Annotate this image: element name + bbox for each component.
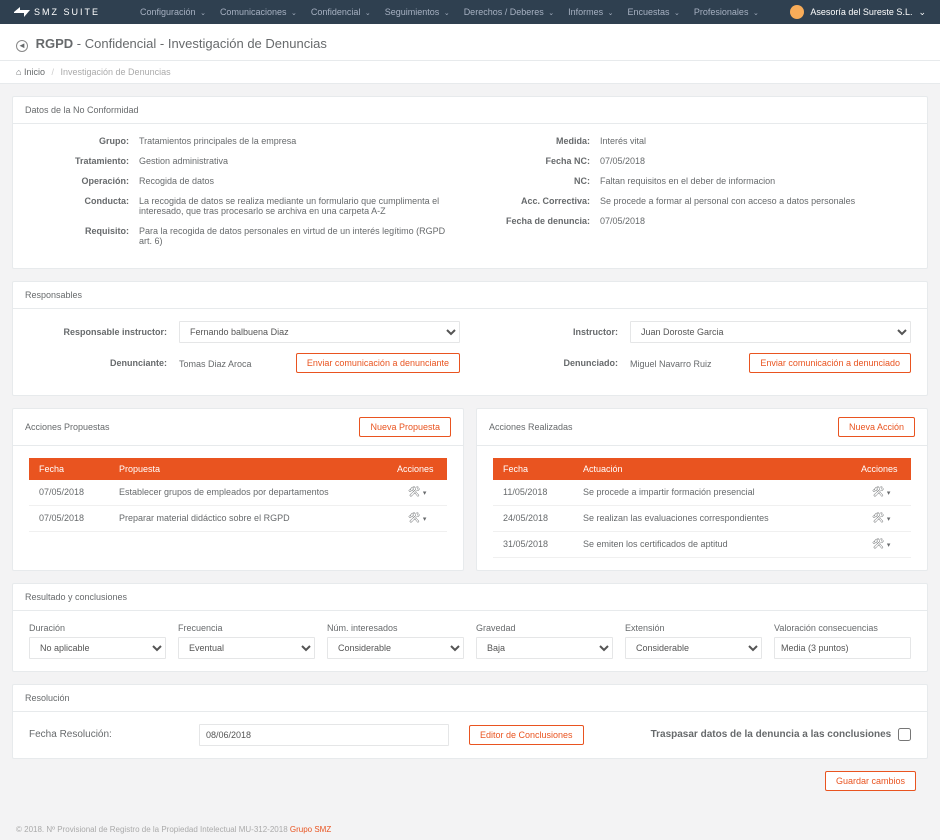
page-header: ◄ RGPD - Confidencial - Investigación de… [0,24,940,61]
edit-icon[interactable]: 🛠 [872,487,885,498]
table-realizadas: Fecha Actuación Acciones 11/05/2018Se pr… [493,458,911,558]
chevron-down-icon[interactable]: ▾ [423,516,427,523]
table-propuestas: Fecha Propuesta Acciones 07/05/2018Estab… [29,458,447,532]
table-row: 11/05/2018Se procede a impartir formació… [493,480,911,506]
select-duraci-n[interactable]: No aplicable [29,637,166,659]
table-row: 31/05/2018Se emiten los certificados de … [493,531,911,557]
panel-realizadas: Acciones Realizadas Nueva Acción Fecha A… [476,408,928,571]
avatar [790,5,804,19]
chevron-down-icon[interactable]: ▾ [887,490,891,497]
chevron-down-icon[interactable]: ▾ [887,516,891,523]
panel-responsables: Responsables Responsable instructor: Fer… [12,281,928,396]
footer-link[interactable]: Grupo SMZ [290,825,331,834]
select-gravedad[interactable]: Baja [476,637,613,659]
table-row: 24/05/2018Se realizan las evaluaciones c… [493,505,911,531]
btn-enviar-denunciado[interactable]: Enviar comunicación a denunciado [749,353,911,373]
panel-title: Datos de la No Conformidad [13,97,927,124]
crumb-current: Investigación de Denuncias [61,67,171,77]
label-denunciante: Denunciante: [29,358,179,368]
nav-confidencial[interactable]: Confidencial ⌄ [311,7,371,17]
btn-nueva-accion[interactable]: Nueva Acción [838,417,915,437]
panel-nonconformity: Datos de la No Conformidad Grupo:Tratami… [12,96,928,269]
btn-guardar-cambios[interactable]: Guardar cambios [825,771,916,791]
back-button[interactable]: ◄ [16,40,28,52]
select-n-m-interesados[interactable]: Considerable [327,637,464,659]
page-title: ◄ RGPD - Confidencial - Investigación de… [16,36,924,52]
val-denunciado: Miguel Navarro Ruiz [630,356,712,369]
nav-seguimientos[interactable]: Seguimientos ⌄ [385,7,450,17]
top-navbar: SMZ SUITE Configuración ⌄ Comunicaciones … [0,0,940,24]
btn-enviar-denunciante[interactable]: Enviar comunicación a denunciante [296,353,460,373]
btn-nueva-propuesta[interactable]: Nueva Propuesta [359,417,451,437]
panel-resolucion: Resolución Fecha Resolución: Editor de C… [12,684,928,759]
label-resp-instructor: Responsable instructor: [29,327,179,337]
table-row: 07/05/2018Establecer grupos de empleados… [29,480,447,506]
home-icon[interactable]: ⌂ [16,67,21,77]
label-traspasar: Traspasar datos de la denuncia a las con… [651,729,892,740]
select-instructor[interactable]: Juan Doroste Garcia [630,321,911,343]
btn-editor-conclusiones[interactable]: Editor de Conclusiones [469,725,584,745]
edit-icon[interactable]: 🛠 [872,539,885,550]
input-valoracion[interactable] [774,637,911,659]
nav-comunicaciones[interactable]: Comunicaciones ⌄ [220,7,297,17]
select-resp-instructor[interactable]: Fernando balbuena Diaz [179,321,460,343]
val-denunciante: Tomas Diaz Aroca [179,356,252,369]
edit-icon[interactable]: 🛠 [408,513,421,524]
edit-icon[interactable]: 🛠 [872,513,885,524]
nav-configuraci-n[interactable]: Configuración ⌄ [140,7,206,17]
brand-logo[interactable]: SMZ SUITE [14,7,100,17]
chevron-down-icon[interactable]: ▾ [423,490,427,497]
chevron-down-icon[interactable]: ▾ [887,542,891,549]
checkbox-traspasar[interactable] [898,728,911,741]
label-instructor: Instructor: [480,327,630,337]
input-fecha-resolucion[interactable] [199,724,449,746]
crumb-home[interactable]: Inicio [24,67,45,77]
select-frecuencia[interactable]: Eventual [178,637,315,659]
nav-profesionales[interactable]: Profesionales ⌄ [694,7,759,17]
chevron-down-icon: ⌄ [918,7,926,18]
nav-informes[interactable]: Informes ⌄ [568,7,613,17]
tenant-menu[interactable]: Asesoría del Sureste S.L. ⌄ [790,5,926,19]
nav-items: Configuración ⌄ Comunicaciones ⌄ Confidenc… [140,7,790,17]
table-row: 07/05/2018Preparar material didáctico so… [29,505,447,531]
panel-propuestas: Acciones Propuestas Nueva Propuesta Fech… [12,408,464,571]
breadcrumb: ⌂ Inicio / Investigación de Denuncias [0,61,940,84]
label-fecha-resolucion: Fecha Resolución: [29,729,179,740]
nav-encuestas[interactable]: Encuestas ⌄ [628,7,680,17]
edit-icon[interactable]: 🛠 [408,487,421,498]
label-denunciado: Denunciado: [480,358,630,368]
panel-resultado: Resultado y conclusiones DuraciónNo apli… [12,583,928,672]
select-extensi-n[interactable]: Considerable [625,637,762,659]
nav-derechos-deberes[interactable]: Derechos / Deberes ⌄ [464,7,554,17]
